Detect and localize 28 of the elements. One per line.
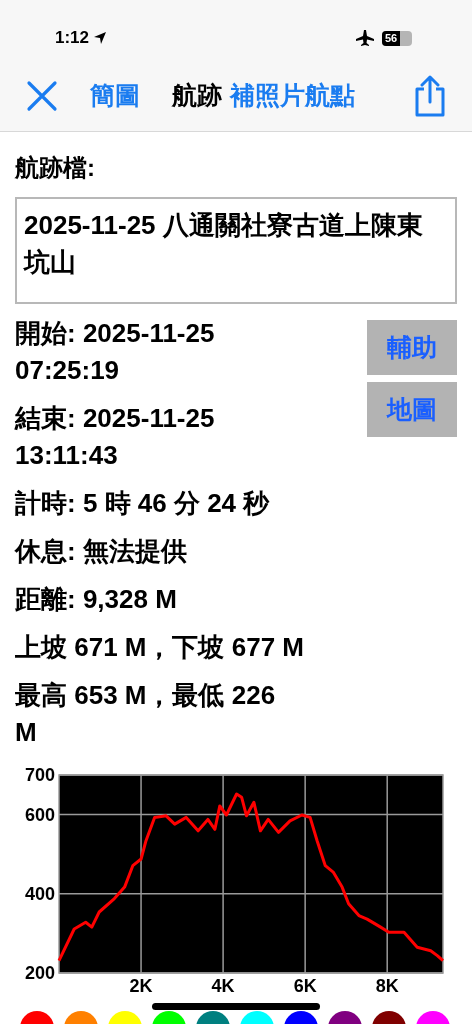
stat-text: 休息: 無法提供: [15, 535, 187, 568]
status-time: 1:12: [55, 27, 90, 50]
axis-tick-label: 6K: [293, 976, 317, 996]
stat-text: 最高 653 M，最低 226 M: [15, 679, 276, 749]
location-arrow-icon: [93, 31, 108, 45]
side-button[interactable]: 輔助: [367, 320, 457, 375]
stat-text: 上坡 671 M，下坡 677 M: [15, 631, 304, 664]
axis-tick-label: 400: [24, 883, 55, 904]
close-icon[interactable]: [26, 79, 58, 112]
axis-tick-label: 600: [24, 804, 55, 825]
side-button[interactable]: 地圖: [367, 382, 457, 437]
share-icon[interactable]: [414, 74, 446, 117]
stat-text: 距離: 9,328 M: [15, 583, 177, 616]
axis-tick-label: 8K: [375, 976, 399, 996]
stat-text: 結束: 2025-11-25 13:11:43: [15, 402, 215, 472]
battery-level: 56: [382, 30, 401, 46]
track-file-field[interactable]: 2025-11-25 八通關社寮古道上陳東坑山: [15, 197, 457, 304]
axis-tick-label: 200: [24, 963, 55, 983]
stat-text: 開始: 2025-11-25 07:25:19: [15, 317, 215, 387]
nav-tab[interactable]: 航跡: [170, 83, 224, 108]
nav-tab[interactable]: 簡圖: [88, 83, 142, 108]
axis-tick-label: 2K: [129, 976, 153, 996]
axis-tick-label: 700: [24, 765, 55, 785]
axis-tick-label: 4K: [211, 976, 235, 996]
track-file-label: 航跡檔:: [15, 153, 95, 183]
airplane-icon: [356, 30, 374, 46]
nav-tab[interactable]: 補照片航點: [228, 83, 357, 108]
stat-text: 計時: 5 時 46 分 24 秒: [15, 487, 270, 520]
